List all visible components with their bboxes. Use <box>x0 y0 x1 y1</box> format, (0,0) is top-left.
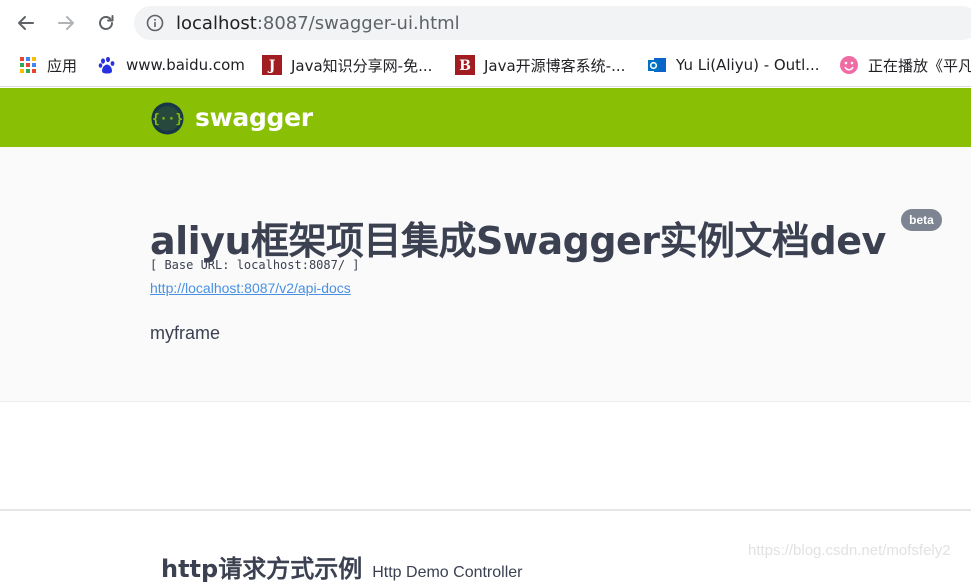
section-divider <box>0 509 971 511</box>
address-bar[interactable]: localhost:8087/swagger-ui.html <box>134 6 971 40</box>
outlook-icon <box>647 55 667 75</box>
api-info-section: aliyu框架项目集成Swagger实例文档dev beta [ Base UR… <box>0 147 971 402</box>
baidu-paw-icon <box>97 55 117 75</box>
tag-description: Http Demo Controller <box>372 564 523 581</box>
beta-badge: beta <box>901 209 942 231</box>
bookmarks-bar: 应用 www.baidu.com J Java知识分享网-免... B Java… <box>0 46 971 87</box>
browser-toolbar: localhost:8087/swagger-ui.html <box>0 0 971 46</box>
swagger-brand[interactable]: swagger <box>195 103 313 132</box>
bookmark-apps[interactable]: 应用 <box>18 54 77 76</box>
arrow-left-icon <box>18 16 34 30</box>
api-description: myframe <box>150 323 221 343</box>
api-docs-link[interactable]: http://localhost:8087/v2/api-docs <box>150 280 351 296</box>
svg-text:J: J <box>267 58 276 74</box>
bookmark-label: Java开源博客系统-... <box>484 56 626 75</box>
letter-j-icon: J <box>262 55 282 75</box>
url-host: localhost <box>176 13 257 34</box>
bookmark-label: Yu Li(Aliyu) - Outl... <box>676 56 820 74</box>
reload-button[interactable] <box>92 9 120 37</box>
bookmark-label: www.baidu.com <box>126 56 245 74</box>
api-title: aliyu框架项目集成Swagger实例文档dev <box>150 219 886 263</box>
bookmark-baidu[interactable]: www.baidu.com <box>97 54 245 76</box>
bookmark-java-share[interactable]: J Java知识分享网-免... <box>262 54 432 76</box>
tag-header[interactable]: http请求方式示例 Http Demo Controller <box>161 549 523 584</box>
tag-name: http请求方式示例 <box>161 555 363 583</box>
svg-text:{··}: {··} <box>152 112 183 127</box>
letter-b-icon: B <box>455 55 475 75</box>
url-path: :8087/swagger-ui.html <box>256 13 460 34</box>
bookmark-outlook[interactable]: Yu Li(Aliyu) - Outl... <box>647 54 820 76</box>
swagger-topbar: {··} swagger <box>0 88 971 147</box>
bookmark-label: 正在播放《平凡 <box>868 56 971 75</box>
info-circle-icon[interactable] <box>146 14 164 32</box>
bookmark-now-playing[interactable]: 正在播放《平凡 <box>839 54 971 76</box>
bookmark-label: 应用 <box>47 56 78 75</box>
reload-icon <box>99 15 114 30</box>
back-button[interactable] <box>12 9 40 37</box>
base-url: [ Base URL: localhost:8087/ ] <box>150 258 360 272</box>
watermark: https://blog.csdn.net/mofsfely2 <box>748 542 951 559</box>
arrow-right-icon <box>58 16 74 30</box>
apps-grid-icon <box>18 55 38 75</box>
bookmark-label: Java知识分享网-免... <box>291 56 433 75</box>
forward-button[interactable] <box>52 9 80 37</box>
url-text[interactable]: localhost:8087/swagger-ui.html <box>176 13 460 34</box>
bookmark-java-blog[interactable]: B Java开源博客系统-... <box>455 54 625 76</box>
svg-text:B: B <box>459 58 471 74</box>
swagger-logo-icon[interactable]: {··} <box>151 102 184 135</box>
smiley-icon <box>839 55 859 75</box>
